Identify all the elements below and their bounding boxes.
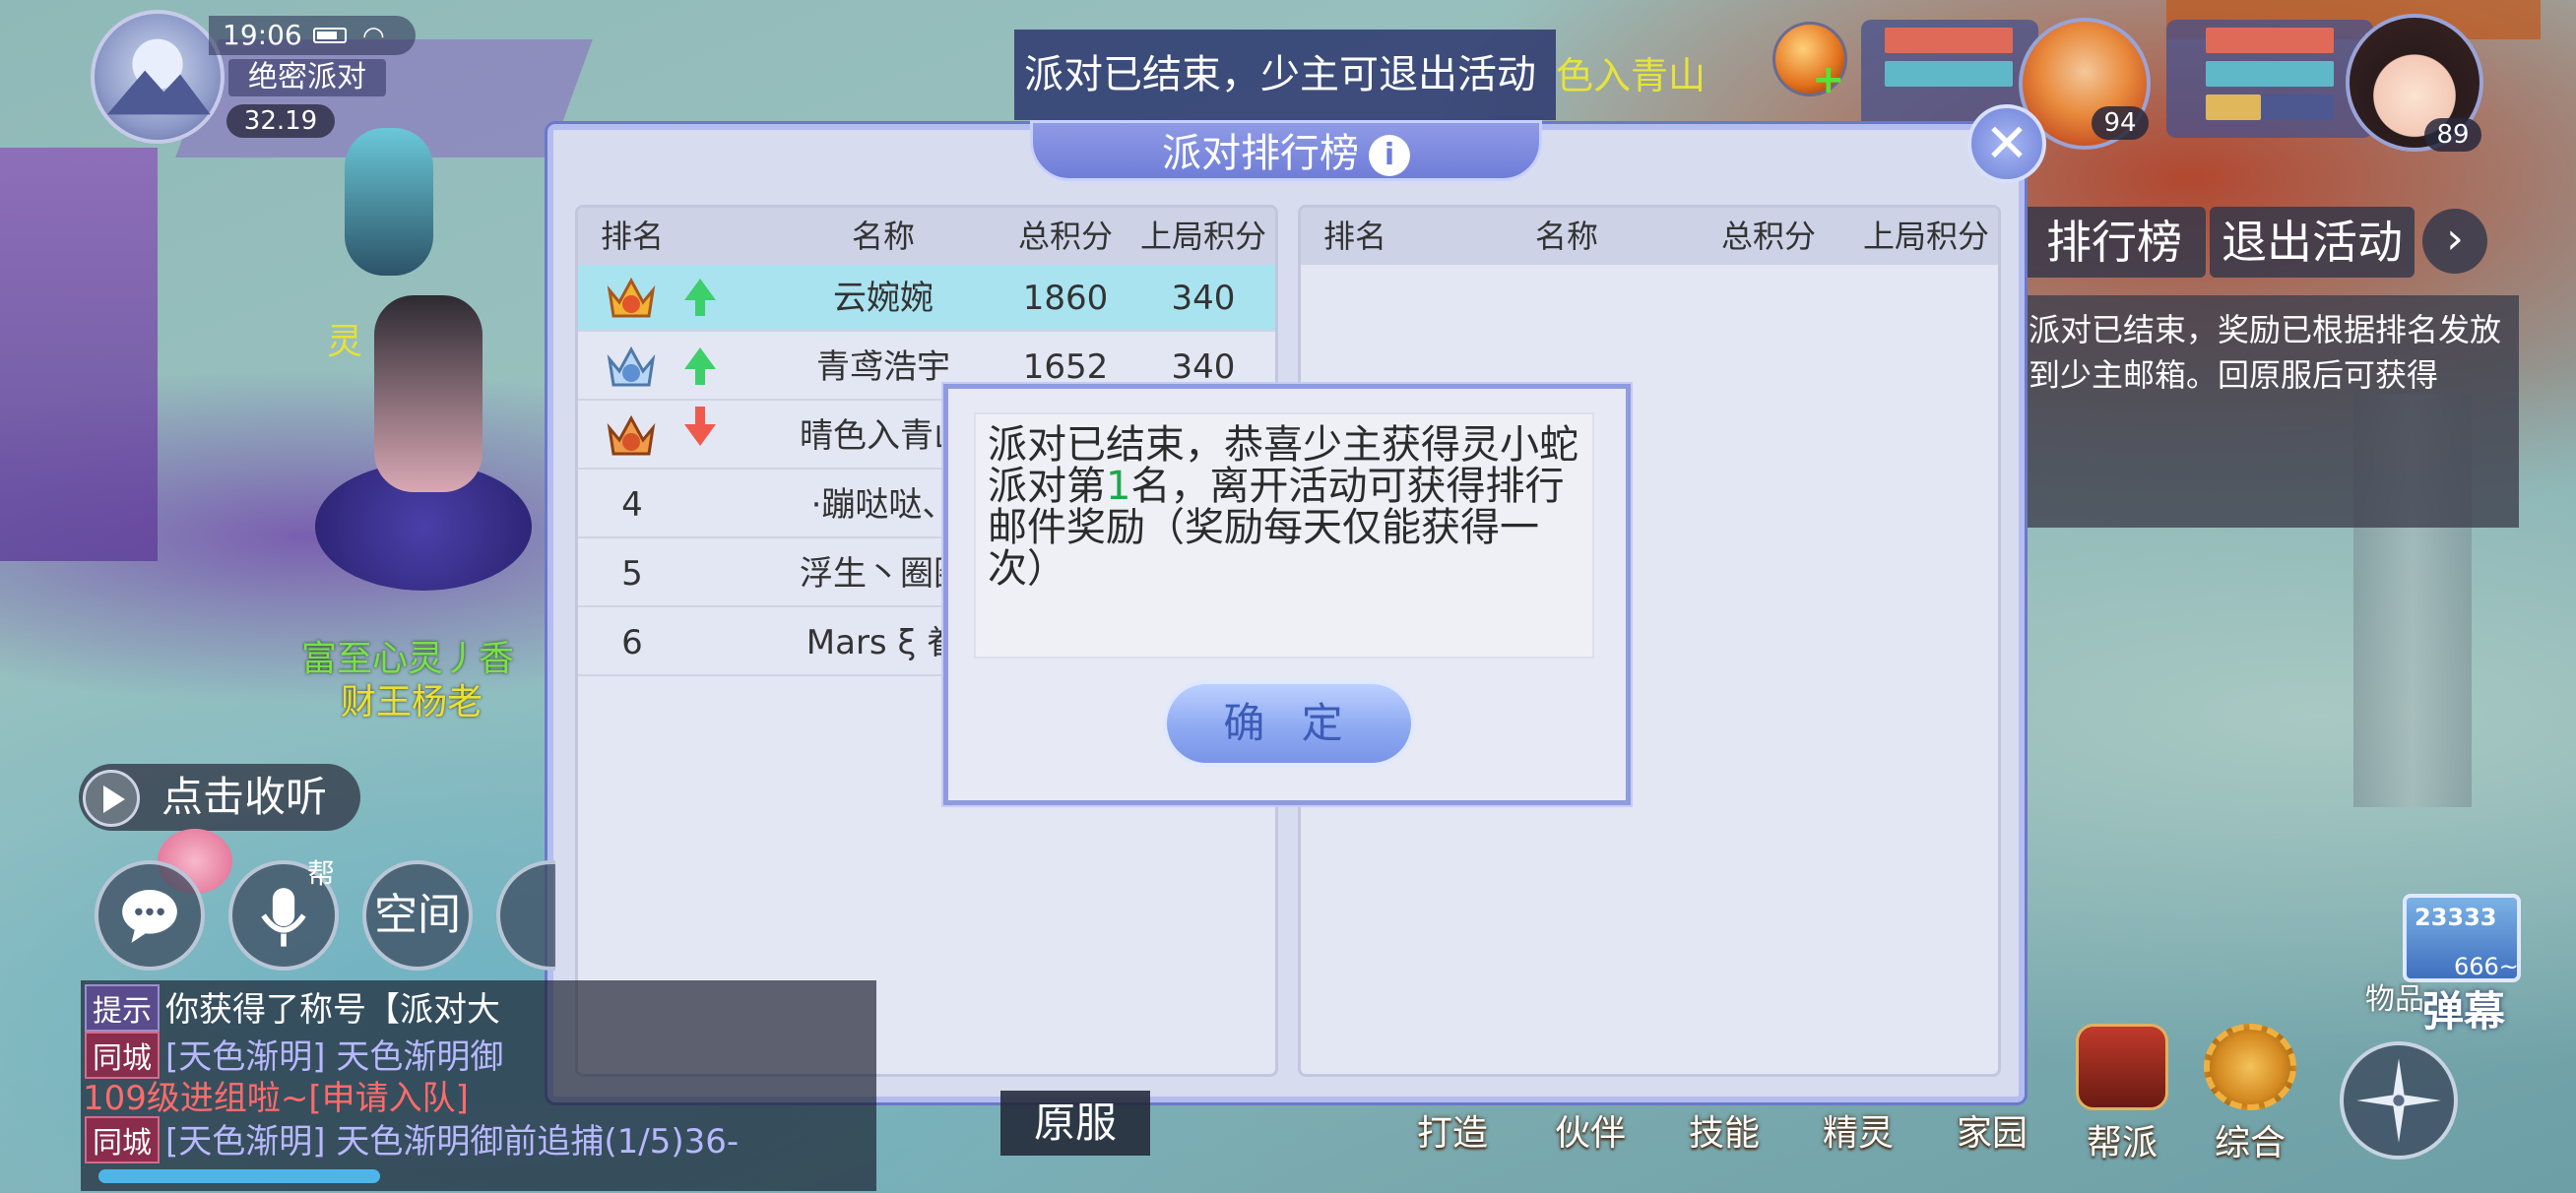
shuriken-icon xyxy=(2356,1058,2441,1143)
danmu-sub: 666~ xyxy=(2454,953,2519,980)
origin-server-button[interactable]: 原服 xyxy=(1000,1091,1150,1156)
menu-partner[interactable]: 伙伴 xyxy=(1536,1104,1644,1156)
battery-icon xyxy=(313,28,347,43)
player-hp-bar xyxy=(2206,28,2334,53)
chat-text: [天色渐明] 天色渐明御前追捕(1/5)36- xyxy=(165,1122,740,1162)
danmu-label: 弹幕 xyxy=(2422,987,2506,1036)
info-icon[interactable]: i xyxy=(1369,135,1410,176)
header-total: 总积分 xyxy=(1720,218,1816,255)
bronze-crown-icon xyxy=(607,414,656,456)
trend-up-icon xyxy=(684,279,716,316)
add-icon: + xyxy=(1812,57,1845,102)
trend-up-icon xyxy=(684,347,716,385)
player-avatar[interactable] xyxy=(91,10,225,144)
silver-crown-icon xyxy=(607,345,656,387)
header-name: 名称 xyxy=(1534,218,1598,255)
reward-dialog: 派对已结束，恭喜少主获得灵小蛇派对第1名，离开活动可获得排行邮件奖励（奖励每天仅… xyxy=(943,384,1631,805)
row-name: 云婉婉 xyxy=(833,279,934,318)
menu-spirit-label: 精灵 xyxy=(1822,1113,1894,1154)
world-char-label: 灵 xyxy=(327,322,363,362)
header-last: 上局积分 xyxy=(1862,218,1989,255)
play-icon xyxy=(83,770,140,827)
menu-skill-label: 技能 xyxy=(1688,1113,1760,1154)
row-last: 340 xyxy=(1171,279,1236,318)
chat-box[interactable]: 提示 你获得了称号【派对大 同城 [天色渐明] 天色渐明御 109级进组啦~[申请入… xyxy=(81,980,876,1191)
chat-tag: 同城 xyxy=(85,1116,160,1163)
bag-label: 物品 xyxy=(2365,982,2424,1017)
menu-forge-label: 打造 xyxy=(1416,1113,1488,1154)
tab-exit-activity[interactable]: 退出活动 xyxy=(2210,207,2415,278)
close-button[interactable]: ✕ xyxy=(1967,104,2046,183)
teammate-mp-bar xyxy=(1885,61,2013,87)
trend-down-icon xyxy=(684,407,716,446)
player-exp-fill xyxy=(2206,94,2261,120)
table-header: 排名 名称 总积分 上局积分 xyxy=(578,208,1275,265)
joystick[interactable] xyxy=(2340,1041,2458,1160)
wifi-icon: ◠ xyxy=(362,22,385,51)
danmu-count: 23333 xyxy=(2415,904,2497,931)
dialog-message: 派对已结束，恭喜少主获得灵小蛇派对第1名，离开活动可获得排行邮件奖励（奖励每天仅… xyxy=(974,412,1594,659)
menu-spirit[interactable]: 精灵 xyxy=(1804,1104,1912,1156)
menu-skill[interactable]: 技能 xyxy=(1670,1104,1778,1156)
header-name: 名称 xyxy=(851,218,915,255)
activity-name: 绝密派对 xyxy=(228,59,386,96)
window-title: 派对排行榜 i xyxy=(1030,120,1542,181)
space-button[interactable]: 空间 xyxy=(362,860,473,971)
window-title-text: 派对排行榜 xyxy=(1162,131,1359,176)
space-label: 空间 xyxy=(374,890,461,940)
dialog-rank-number: 1 xyxy=(1106,464,1131,509)
activity-score: 32.19 xyxy=(226,104,335,138)
row-rank: 5 xyxy=(621,554,643,594)
chat-text: 你获得了称号【派对大 xyxy=(165,990,500,1030)
notice-banner-tail: 色入青山 xyxy=(1556,54,1707,97)
chat-tag: 提示 xyxy=(85,984,160,1032)
row-rank: 6 xyxy=(621,623,643,662)
tab-ranking[interactable]: 排行榜 xyxy=(2023,207,2206,278)
table-row[interactable]: 云婉婉 1860 340 xyxy=(578,265,1275,332)
menu-general-label: 综合 xyxy=(2214,1123,2286,1163)
player-mp-bar xyxy=(2206,61,2334,87)
world-player-name-2: 财王杨老 xyxy=(341,682,483,722)
chat-button[interactable] xyxy=(95,860,205,971)
menu-forge[interactable]: 打造 xyxy=(1398,1104,1507,1156)
scene-character-sprite xyxy=(374,295,483,492)
chat-line: 109级进组啦~[申请入队] xyxy=(83,1071,469,1119)
table-header: 排名 名称 总积分 上局积分 xyxy=(1301,208,1998,265)
teammate-hp-bar xyxy=(1885,28,2013,53)
chat-bubble-icon xyxy=(122,890,177,943)
menu-home-label: 家园 xyxy=(1956,1113,2028,1154)
danmu-toggle[interactable]: 23333 666~ xyxy=(2403,894,2521,982)
teammate-level: 94 xyxy=(2092,106,2149,140)
more-button[interactable] xyxy=(496,860,555,971)
side-message: 派对已结束，奖励已根据排名发放到少主邮箱。回原服后可获得 xyxy=(2023,295,2519,528)
header-total: 总积分 xyxy=(1017,218,1113,255)
mountain-avatar-icon xyxy=(106,38,211,115)
menu-home[interactable]: 家园 xyxy=(1938,1104,2046,1156)
row-total: 1860 xyxy=(1022,279,1109,318)
gold-crown-icon xyxy=(607,277,656,318)
chat-text: 109级进组啦~[申请入队] xyxy=(83,1079,469,1118)
header-rank: 排名 xyxy=(1322,218,1386,255)
row-rank: 4 xyxy=(621,485,643,525)
header-rank: 排名 xyxy=(600,218,664,255)
player-level: 89 xyxy=(2424,118,2481,152)
gear-icon xyxy=(2204,1024,2296,1110)
chat-line: 同城 [天色渐明] 天色渐明御前追捕(1/5)36- xyxy=(85,1114,739,1163)
menu-partner-label: 伙伴 xyxy=(1554,1113,1626,1154)
menu-guild-label: 帮派 xyxy=(2086,1123,2157,1163)
confirm-button[interactable]: 确 定 xyxy=(1163,680,1415,767)
chevron-right-icon[interactable]: › xyxy=(2422,209,2487,274)
player-panel[interactable] xyxy=(2166,20,2373,138)
scene-violet-rug xyxy=(0,148,158,561)
header-last: 上局积分 xyxy=(1139,218,1266,255)
chat-scroll-bar[interactable] xyxy=(98,1169,380,1183)
menu-guild[interactable]: 帮派 xyxy=(2068,1024,2176,1165)
guild-banner-icon xyxy=(2076,1024,2168,1110)
help-badge: 帮 xyxy=(307,857,336,890)
scene-character-sprite-2 xyxy=(345,128,433,276)
menu-general[interactable]: 综合 xyxy=(2196,1024,2304,1165)
notice-banner: 派对已结束，少主可退出活动 xyxy=(1014,30,1556,120)
menu-bar: 打造 伙伴 技能 精灵 家园 帮派 综合 xyxy=(1398,1024,2304,1193)
chat-line: 提示 你获得了称号【派对大 xyxy=(85,982,500,1032)
